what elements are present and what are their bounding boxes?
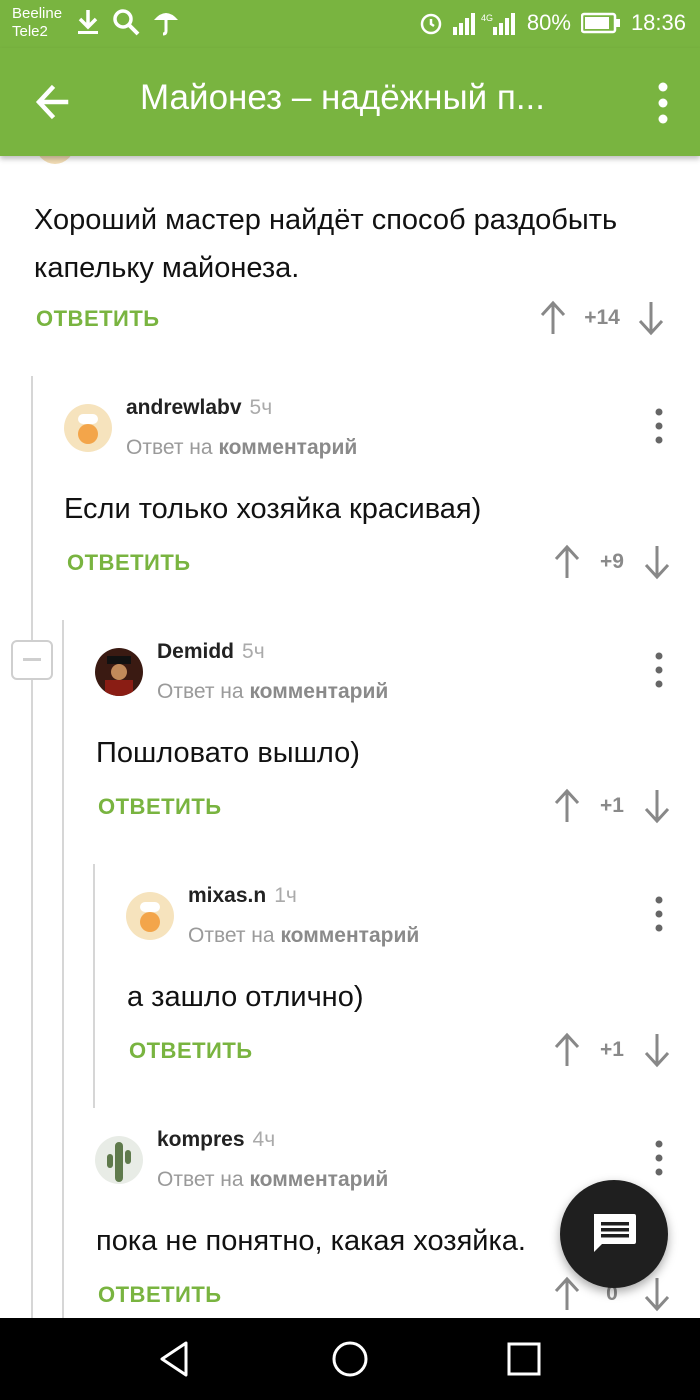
thread-line: [62, 620, 64, 1318]
reply-button[interactable]: ОТВЕТИТЬ: [67, 550, 191, 576]
comment-time: 5ч: [242, 640, 265, 663]
upvote-icon[interactable]: [550, 786, 584, 826]
vote-score: +14: [584, 306, 620, 329]
reply-prefix: Ответ на: [157, 680, 244, 703]
comment-text: Пошловато вышло): [96, 737, 360, 769]
collapse-thread-button[interactable]: [11, 640, 53, 680]
comment-text-line: капельку майонеза.: [34, 252, 300, 284]
reply-target-link[interactable]: комментарий: [280, 924, 419, 947]
overflow-menu-icon[interactable]: [648, 78, 678, 128]
avatar: [36, 156, 74, 164]
vote-controls: +1: [550, 1030, 674, 1070]
battery-icon: [580, 12, 620, 34]
comment-text: пока не понятно, какая хозяйка.: [96, 1225, 526, 1257]
reply-reference: Ответ на комментарий: [188, 924, 419, 948]
reply-target-link[interactable]: комментарий: [249, 680, 388, 703]
system-indicators: 4G 80% 18:36: [419, 10, 686, 36]
vote-controls: +1: [550, 786, 674, 826]
comment-more-icon[interactable]: [653, 650, 665, 690]
reply-reference: Ответ на комментарий: [157, 1168, 388, 1192]
comment-text: Хороший мастер найдёт способ раздобыть к…: [34, 196, 617, 292]
vote-score: +1: [600, 1038, 624, 1061]
vote-controls: +9: [550, 542, 674, 582]
reply-button[interactable]: ОТВЕТИТЬ: [98, 1282, 222, 1308]
comment-author[interactable]: Demidd 5ч: [157, 640, 265, 664]
comment-author[interactable]: mixas.n 1ч: [188, 884, 297, 908]
downvote-icon[interactable]: [640, 542, 674, 582]
reply-prefix: Ответ на: [188, 924, 275, 947]
reply-button[interactable]: ОТВЕТИТЬ: [129, 1038, 253, 1064]
reply-button[interactable]: ОТВЕТИТЬ: [36, 306, 160, 332]
upvote-icon[interactable]: [550, 542, 584, 582]
comment-icon: [594, 1214, 636, 1252]
avatar: [126, 892, 174, 940]
thread-line: [31, 376, 33, 1318]
comment-text: Если только хозяйка красивая): [64, 493, 482, 525]
reply-reference: Ответ на комментарий: [157, 680, 388, 704]
reply-prefix: Ответ на: [126, 436, 213, 459]
downvote-icon[interactable]: [640, 786, 674, 826]
carrier-2: Tele2: [12, 23, 48, 40]
comment-text-line: Хороший мастер найдёт способ раздобыть: [34, 204, 618, 236]
battery-percent: 80%: [526, 10, 571, 35]
reply-target-link[interactable]: комментарий: [249, 1168, 388, 1191]
notification-icons: [76, 8, 180, 36]
comment-time: 5ч: [249, 396, 273, 419]
comment-more-icon[interactable]: [653, 406, 665, 446]
nav-recents-icon[interactable]: [505, 1340, 543, 1378]
upvote-icon[interactable]: [536, 298, 570, 338]
avatar: [64, 404, 112, 452]
author-name[interactable]: kompres: [157, 1128, 245, 1151]
thread-line: [93, 864, 95, 1108]
app-bar: Майонез – надёжный п...: [0, 48, 700, 156]
vote-score: +9: [600, 550, 624, 573]
upvote-icon[interactable]: [550, 1030, 584, 1070]
comment-author[interactable]: kompres 4ч: [157, 1128, 275, 1152]
vote-score: +1: [600, 794, 624, 817]
network-type: 4G: [481, 13, 493, 23]
page-title: Майонез – надёжный п...: [140, 78, 545, 117]
status-bar: Beeline Tele2 4G 80% 18:36: [0, 0, 700, 48]
new-comment-fab[interactable]: [560, 1180, 668, 1288]
carrier-names: Beeline Tele2: [12, 5, 62, 41]
comment-time: 1ч: [274, 884, 297, 907]
back-arrow-icon[interactable]: [26, 74, 82, 130]
author-name[interactable]: mixas.n: [188, 884, 266, 907]
clock: 18:36: [630, 10, 686, 35]
downvote-icon[interactable]: [634, 298, 668, 338]
avatar: [95, 648, 143, 696]
nav-home-icon[interactable]: [329, 1338, 371, 1380]
umbrella-icon: [154, 13, 178, 36]
avatar: [95, 1136, 143, 1184]
reply-prefix: Ответ на: [157, 1168, 244, 1191]
reply-target-link[interactable]: комментарий: [218, 436, 357, 459]
comment-author[interactable]: andrewlabv 5ч: [126, 396, 272, 420]
downvote-icon[interactable]: [640, 1030, 674, 1070]
comment-more-icon[interactable]: [653, 1138, 665, 1178]
download-icon: [78, 10, 98, 34]
search-icon: [113, 9, 140, 36]
author-name[interactable]: Demidd: [157, 640, 234, 663]
reply-button[interactable]: ОТВЕТИТЬ: [98, 794, 222, 820]
signal-icon: 4G: [452, 13, 515, 35]
comment-text: а зашло отлично): [127, 981, 364, 1013]
author-name[interactable]: andrewlabv: [126, 396, 242, 419]
reply-reference: Ответ на комментарий: [126, 436, 357, 460]
comment-time: 4ч: [252, 1128, 276, 1151]
system-nav-bar: [0, 1318, 700, 1400]
vote-controls: +14: [536, 298, 668, 338]
carrier-1: Beeline: [12, 5, 63, 22]
comment-more-icon[interactable]: [653, 894, 665, 934]
alarm-icon: [420, 13, 442, 35]
comments-list[interactable]: Хороший мастер найдёт способ раздобыть к…: [0, 156, 700, 1318]
nav-back-icon[interactable]: [154, 1338, 196, 1380]
